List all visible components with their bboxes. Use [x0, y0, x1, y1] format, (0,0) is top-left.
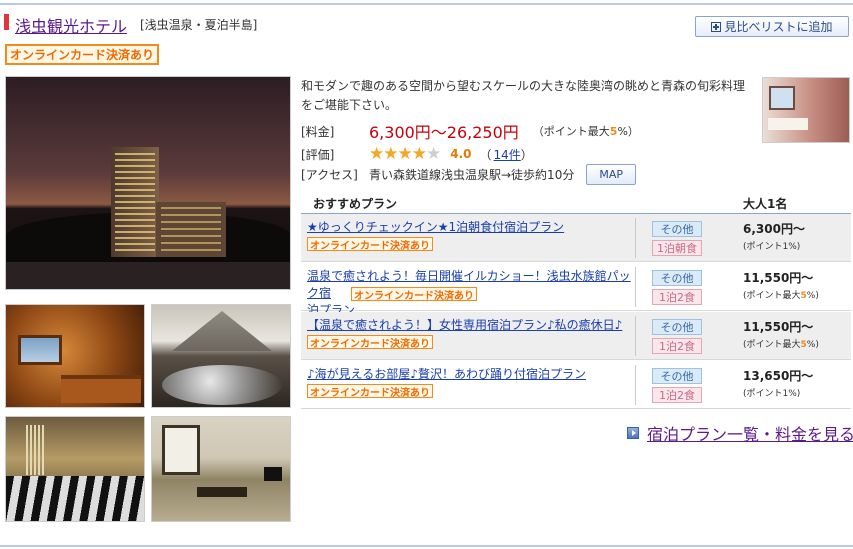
plan-points: (ポイント1%) — [743, 242, 801, 252]
view-all-plans-link[interactable]: 宿泊プラン一覧・料金を見る — [627, 421, 853, 445]
online-card-badge: オンラインカード決済あり — [351, 287, 477, 302]
plans-table-header: おすすめプラン 大人1名 — [301, 192, 851, 214]
online-card-badge: オンラインカード決済あり — [307, 335, 433, 350]
plan-price: 6,300円〜 — [743, 222, 805, 236]
hotel-name-link[interactable]: 浅虫観光ホテル — [15, 13, 127, 37]
online-card-badge: オンラインカード決済あり — [5, 44, 160, 65]
price-row: [料金] 6,300円〜26,250円 （ポイント最大5%） — [301, 119, 639, 143]
plan-points: (ポイント最大5%) — [743, 291, 819, 301]
bath-photo[interactable] — [5, 304, 145, 408]
rating-score: 4.0 — [450, 147, 472, 161]
star-empty-icon: ★ — [425, 144, 441, 164]
plan-row: ★ゆっくりチェックイン★1泊朝食付宿泊プラン オンラインカード決済あり その他 … — [301, 214, 851, 262]
plan-row: 【温泉で癒されよう！】女性専用宿泊プラン♪私の癒休日♪ オンラインカード決済あり… — [301, 312, 851, 360]
plan-row: 温泉で癒されよう！毎日開催イルカショー！浅虫水族館パック宿 泊プラン オンラインカ… — [301, 263, 851, 317]
plan-title-link[interactable]: 【温泉で癒されよう！】女性専用宿泊プラン♪私の癒休日♪ — [307, 317, 631, 334]
access-label: [アクセス] — [301, 168, 358, 182]
plan-price: 13,650円〜 — [743, 369, 814, 383]
plan-title-link[interactable]: ★ゆっくりチェックイン★1泊朝食付宿泊プラン — [307, 219, 631, 236]
hotel-main-photo[interactable] — [5, 76, 291, 290]
rating-row: [評価] ★★★★ ★ 4.0 （14件） — [301, 144, 533, 164]
plan-title-link[interactable]: ♪海が見えるお部屋♪贅沢！あわび踊り付宿泊プラン — [307, 366, 631, 383]
bottom-divider — [0, 545, 853, 547]
access-row: [アクセス] 青い森鉄道線浅虫温泉駅→徒歩約10分 MAP — [301, 164, 636, 185]
plan-type-tag: その他 — [652, 221, 702, 237]
lobby-photo[interactable] — [5, 416, 145, 522]
arrow-right-icon — [627, 427, 639, 439]
plan-points: (ポイント1%) — [743, 389, 801, 399]
plan-price: 11,550円〜 — [743, 271, 814, 285]
header-adult-price: 大人1名 — [743, 197, 788, 211]
online-card-badge: オンラインカード決済あり — [307, 237, 433, 252]
rating-label: [評価] — [301, 147, 335, 162]
plan-meal-tag: 1泊2食 — [652, 289, 702, 305]
online-card-badge: オンラインカード決済あり — [307, 384, 433, 399]
add-to-compare-button[interactable]: 見比べリストに追加 — [695, 16, 849, 37]
plan-meal-tag: 1泊朝食 — [652, 240, 702, 256]
view-all-plans-label: 宿泊プラン一覧・料金を見る — [647, 425, 853, 444]
price-range: 6,300円〜26,250円 — [369, 123, 519, 142]
add-to-compare-label: 見比べリストに追加 — [724, 20, 833, 34]
header-recommended-plans: おすすめプラン — [313, 197, 398, 211]
price-points: （ポイント最大5%） — [532, 125, 639, 138]
plan-type-tag: その他 — [652, 319, 702, 335]
open-air-bath-photo[interactable] — [151, 304, 291, 408]
plan-meal-tag: 1泊2食 — [652, 387, 702, 403]
plan-price: 11,550円〜 — [743, 320, 814, 334]
plan-type-tag: その他 — [652, 270, 702, 286]
price-label: [料金] — [301, 124, 335, 139]
title-accent-bar — [4, 14, 9, 30]
plan-type-tag: その他 — [652, 368, 702, 384]
plan-points: (ポイント最大5%) — [743, 340, 819, 350]
japanese-room-photo[interactable] — [151, 416, 291, 522]
top-divider — [0, 3, 853, 5]
hotel-area: [浅虫温泉・夏泊半島] — [140, 18, 258, 32]
plan-row: ♪海が見えるお部屋♪贅沢！あわび踊り付宿泊プラン オンラインカード決済あり その… — [301, 361, 851, 409]
review-count-link[interactable]: 14件 — [494, 146, 521, 163]
star-icon: ★★★★ — [369, 144, 427, 164]
hotel-description: 和モダンで趣のある空間から望むスケールの大きな陸奥湾の眺めと青森の旬彩料理をご堪… — [301, 79, 746, 112]
guest-room-thumbnail[interactable] — [762, 77, 850, 143]
plus-box-icon — [711, 21, 722, 32]
map-button[interactable]: MAP — [586, 164, 636, 185]
access-text: 青い森鉄道線浅虫温泉駅→徒歩約10分 — [369, 168, 575, 182]
plan-meal-tag: 1泊2食 — [652, 338, 702, 354]
